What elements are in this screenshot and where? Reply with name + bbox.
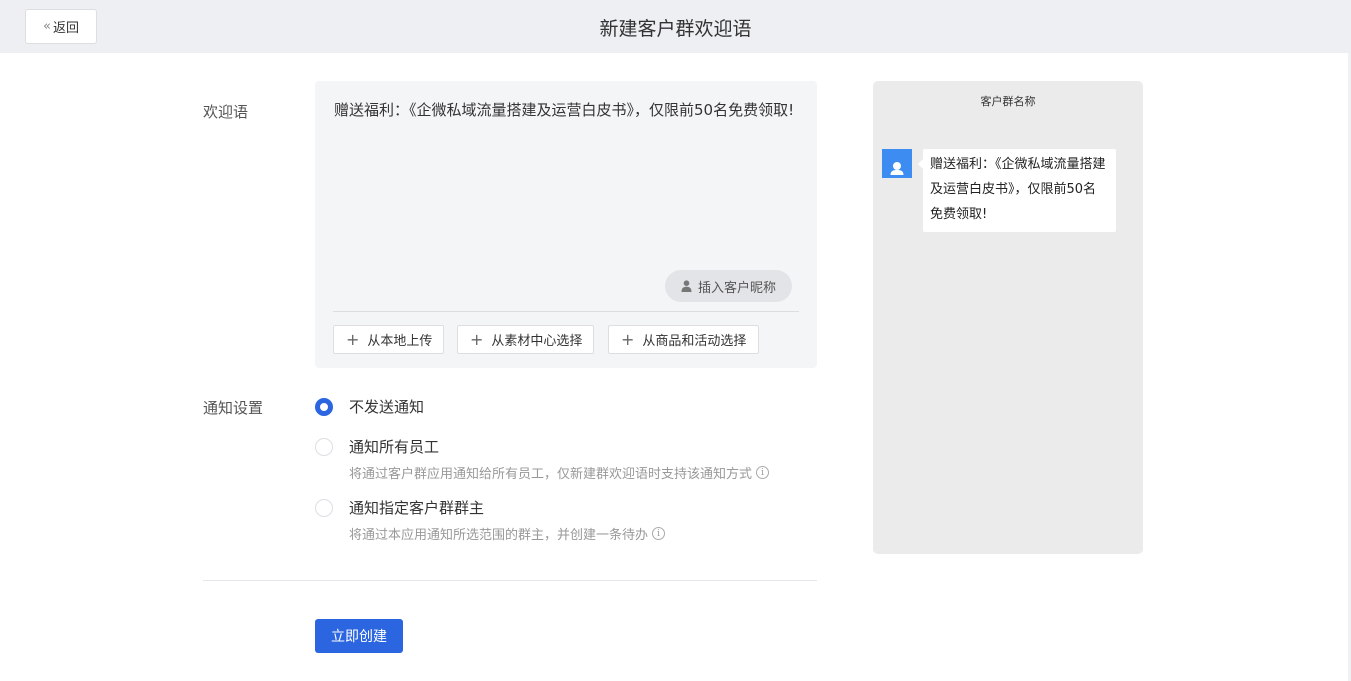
phone-preview: 客户群名称 赠送福利：《企微私域流量搭建及运营白皮书》，仅限前50名免费领取! bbox=[873, 81, 1143, 554]
desc-text: 将通过客户群应用通知给所有员工，仅新建群欢迎语时支持该通知方式 bbox=[349, 467, 753, 482]
radio-notify-all[interactable]: 通知所有员工 bbox=[315, 436, 439, 457]
editor-divider bbox=[333, 311, 799, 312]
radio-label: 通知所有员工 bbox=[349, 438, 440, 456]
upload-local-label: 从本地上传 bbox=[367, 334, 433, 349]
radio-button[interactable] bbox=[315, 437, 333, 456]
select-product-label: 从商品和活动选择 bbox=[642, 334, 747, 349]
radio-no-notify[interactable]: 不发送通知 bbox=[315, 396, 424, 417]
preview-group-name: 客户群名称 bbox=[980, 95, 1036, 108]
radio-button[interactable] bbox=[315, 498, 333, 517]
message-bubble: 赠送福利：《企微私域流量搭建及运营白皮书》，仅限前50名免费领取! bbox=[918, 149, 1116, 232]
person-icon bbox=[890, 162, 904, 175]
avatar bbox=[882, 149, 912, 178]
plus-icon: + bbox=[470, 329, 484, 349]
radio-label: 不发送通知 bbox=[349, 398, 425, 416]
form-divider bbox=[203, 580, 817, 581]
plus-icon: + bbox=[346, 329, 360, 349]
top-bar: « 返回 新建客户群欢迎语 bbox=[0, 0, 1351, 53]
welcome-editor[interactable]: 赠送福利：《企微私域流量搭建及运营白皮书》，仅限前50名免费领取! 插入客户昵称… bbox=[315, 81, 817, 368]
create-button[interactable]: 立即创建 bbox=[315, 619, 403, 653]
insert-nickname-label: 插入客户昵称 bbox=[697, 280, 776, 296]
notify-all-desc: 将通过客户群应用通知给所有员工，仅新建群欢迎语时支持该通知方式 i bbox=[349, 463, 770, 482]
radio-notify-owner[interactable]: 通知指定客户群群主 bbox=[315, 497, 484, 518]
radio-button[interactable] bbox=[315, 397, 333, 416]
desc-text: 将通过本应用通知所选范围的群主，并创建一条待办 bbox=[349, 528, 649, 543]
info-icon[interactable]: i bbox=[652, 527, 666, 540]
notify-label: 通知设置 bbox=[203, 399, 264, 417]
info-icon[interactable]: i bbox=[756, 466, 770, 479]
select-material-label: 从素材中心选择 bbox=[491, 334, 583, 349]
welcome-text[interactable]: 赠送福利：《企微私域流量搭建及运营白皮书》，仅限前50名免费领取! bbox=[334, 98, 804, 122]
welcome-label: 欢迎语 bbox=[203, 103, 249, 121]
insert-nickname-button[interactable]: 插入客户昵称 bbox=[665, 270, 792, 302]
page-title: 新建客户群欢迎语 bbox=[599, 18, 752, 40]
upload-local-button[interactable]: + 从本地上传 bbox=[333, 325, 444, 354]
notify-owner-desc: 将通过本应用通知所选范围的群主，并创建一条待办 i bbox=[349, 524, 666, 543]
radio-label: 通知指定客户群群主 bbox=[349, 499, 485, 517]
person-icon bbox=[681, 280, 692, 292]
select-material-button[interactable]: + 从素材中心选择 bbox=[457, 325, 594, 354]
plus-icon: + bbox=[621, 329, 635, 349]
select-product-button[interactable]: + 从商品和活动选择 bbox=[608, 325, 759, 354]
